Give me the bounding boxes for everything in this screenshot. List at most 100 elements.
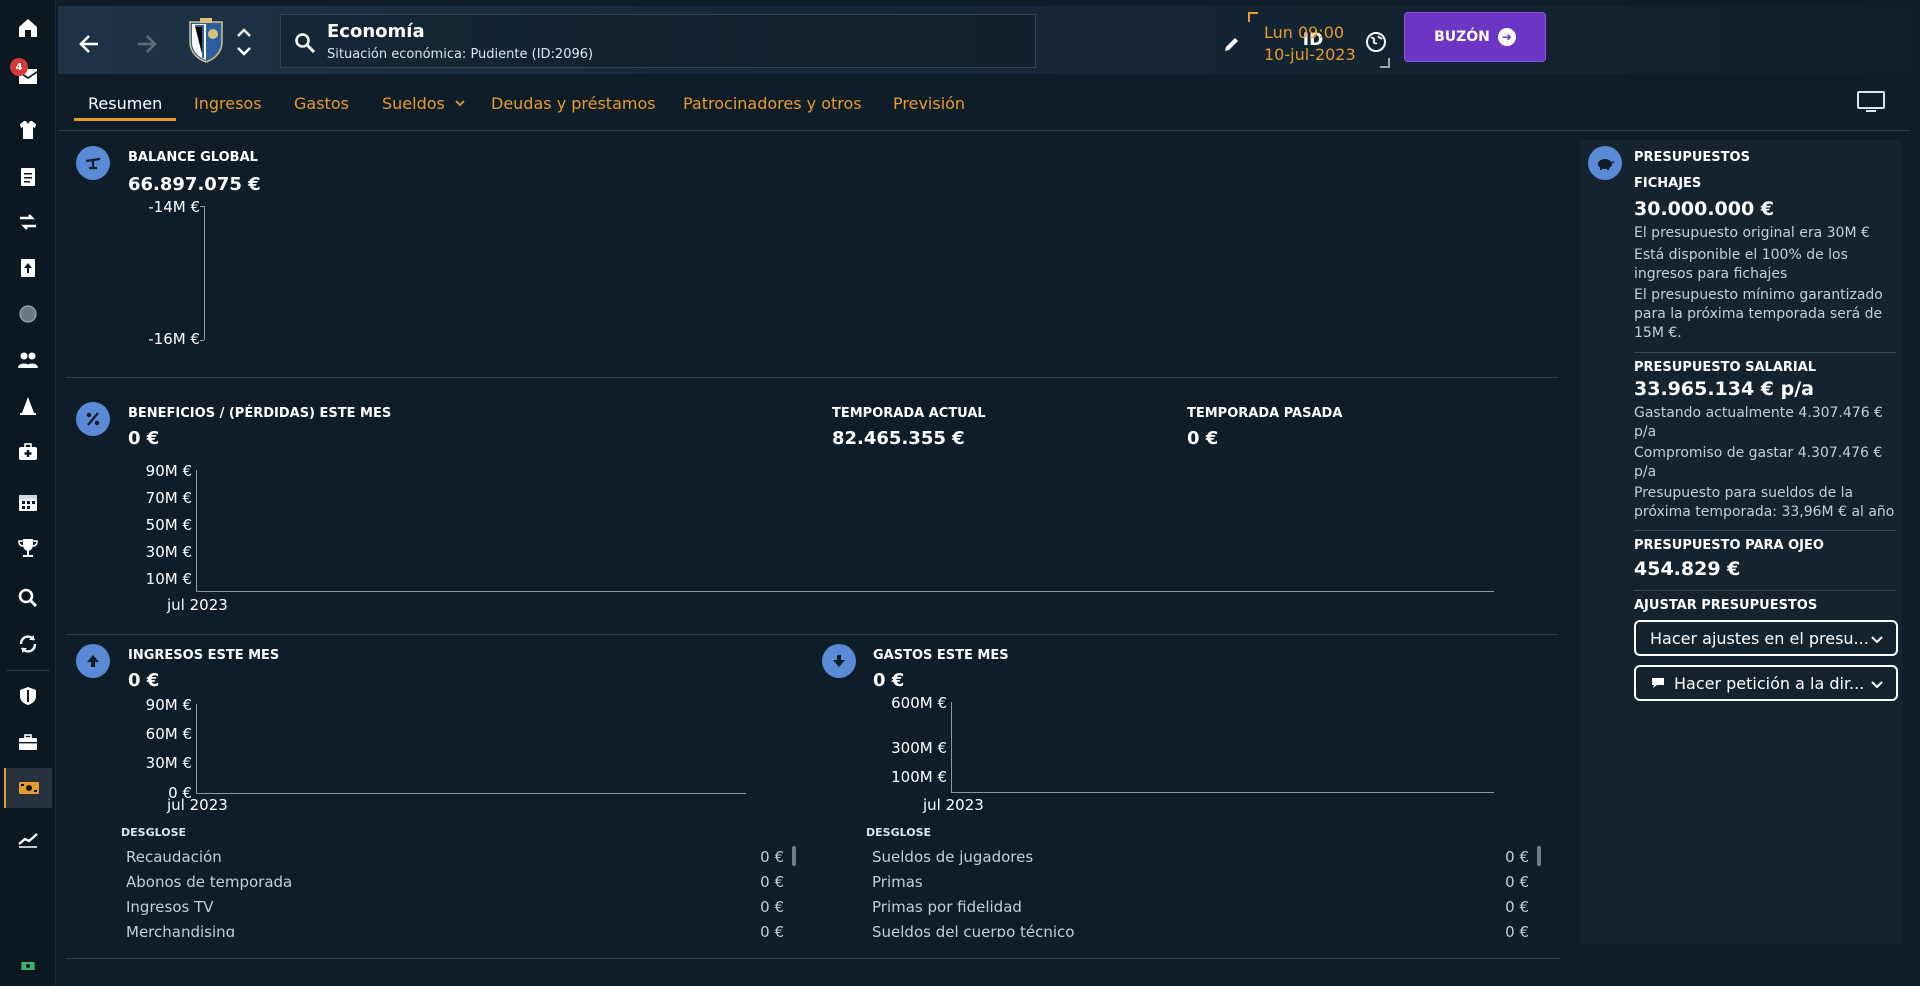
gastos-value: 0 € — [873, 670, 905, 691]
beneficios-y-axis — [196, 470, 197, 591]
trophy-icon[interactable] — [4, 528, 52, 568]
gastos-y-axis — [951, 702, 952, 792]
page-title: Economía — [327, 21, 425, 42]
balance-scale-icon — [76, 146, 110, 180]
gastos-x-label: jul 2023 — [923, 796, 984, 814]
temporada-pasada-label: TEMPORADA PASADA — [1187, 406, 1343, 421]
presupuestos-title: PRESUPUESTOS — [1634, 150, 1750, 165]
continue-arrow-icon: ➜ — [1497, 28, 1516, 46]
calendar-icon[interactable] — [4, 482, 52, 522]
panel-divider — [1634, 530, 1896, 531]
monitor-icon[interactable] — [1856, 90, 1886, 114]
chevron-down-icon — [455, 100, 465, 107]
beneficios-y-tick: 50M € — [145, 516, 192, 534]
club-shield-icon[interactable] — [4, 676, 52, 716]
gastos-scrollbar[interactable] — [1537, 846, 1541, 866]
gastos-row-name[interactable]: Primas — [872, 873, 923, 891]
staff-icon[interactable] — [4, 340, 52, 380]
scouting-upload-icon[interactable] — [4, 248, 52, 288]
forward-arrow-icon[interactable] — [132, 30, 160, 58]
ball-icon[interactable] — [4, 294, 52, 334]
board-request-dropdown[interactable]: Hacer petición a la dir... — [1634, 665, 1898, 701]
page-search-box[interactable]: Economía Situación económica: Pudiente (… — [280, 14, 1036, 68]
piggy-bank-icon — [1588, 146, 1622, 180]
buzon-continue-button[interactable]: BUZÓN ➜ — [1404, 12, 1546, 62]
date-corner-top — [1248, 12, 1258, 22]
budgets-panel: PRESUPUESTOS FICHAJES 30.000.000 € El pr… — [1580, 140, 1902, 944]
small-money-icon[interactable] — [4, 946, 52, 986]
search-icon[interactable] — [4, 578, 52, 618]
tab-ingresos[interactable]: Ingresos — [194, 94, 262, 113]
gastos-row-name[interactable]: Sueldos del cuerpo técnico — [872, 923, 1074, 937]
search-icon — [295, 33, 316, 54]
squad-icon[interactable] — [4, 110, 52, 150]
ingresos-row-name[interactable]: Abonos de temporada — [126, 873, 292, 891]
adjust-budget-dropdown-label: Hacer ajustes en el presu... — [1650, 628, 1869, 648]
left-sidebar: 4 — [0, 0, 56, 986]
medical-icon[interactable] — [4, 432, 52, 472]
balance-tick — [200, 340, 204, 341]
back-arrow-icon[interactable] — [76, 30, 104, 58]
tab-resumen[interactable]: Resumen — [88, 94, 162, 113]
temporada-actual-label: TEMPORADA ACTUAL — [832, 406, 986, 421]
edit-pencil-icon[interactable] — [1222, 34, 1242, 54]
salarial-note: Presupuesto para sueldos de la próxima t… — [1634, 485, 1895, 520]
gastos-row-value: 0 € — [1505, 873, 1529, 891]
tab-prevision[interactable]: Previsión — [893, 94, 965, 113]
tab-sueldos[interactable]: Sueldos — [382, 94, 466, 113]
tactics-clipboard-icon[interactable] — [4, 156, 52, 196]
balance-y-bottom: -16M € — [148, 330, 200, 348]
fichajes-note: El presupuesto mínimo garantizado para l… — [1634, 287, 1883, 341]
salarial-note: Gastando actualmente 4.307.476 € p/a — [1634, 405, 1883, 440]
home-icon[interactable] — [4, 8, 52, 48]
sidebar-divider — [6, 670, 50, 671]
stats-graph-icon[interactable] — [4, 818, 52, 858]
ingresos-scrollbar[interactable] — [792, 846, 796, 866]
beneficios-value: 0 € — [128, 428, 160, 449]
ingresos-x-label: jul 2023 — [167, 796, 228, 814]
club-switch-updown-icon[interactable] — [234, 24, 254, 60]
ingresos-row-name[interactable]: Ingresos TV — [126, 898, 214, 916]
transfers-icon[interactable] — [4, 202, 52, 242]
gastos-row-name[interactable]: Primas por fidelidad — [872, 898, 1022, 916]
fichajes-label: FICHAJES — [1634, 176, 1702, 191]
club-crest-icon — [189, 18, 223, 63]
ingresos-y-axis — [196, 704, 197, 793]
game-time: Lun 09:00 — [1264, 23, 1345, 42]
gastos-x-axis — [951, 792, 1494, 793]
arrow-down-icon — [822, 644, 856, 678]
gastos-row-name[interactable]: Sueldos de jugadores — [872, 848, 1033, 866]
adjust-budget-dropdown[interactable]: Hacer ajustes en el presu... — [1634, 620, 1898, 656]
panel-divider — [1634, 590, 1896, 591]
ingresos-x-axis — [196, 793, 746, 794]
temporada-pasada-value: 0 € — [1187, 428, 1219, 449]
board-request-dropdown-label: Hacer petición a la dir... — [1674, 673, 1865, 693]
section-tabs: Resumen Ingresos Gastos Sueldos Deudas y… — [58, 80, 1910, 122]
fichajes-note: Está disponible el 100% de los ingresos … — [1634, 247, 1848, 282]
tab-gastos[interactable]: Gastos — [294, 94, 349, 113]
ingresos-row-name[interactable]: Merchandising — [126, 923, 235, 937]
ingresos-row-name[interactable]: Recaudación — [126, 848, 222, 866]
briefcase-icon[interactable] — [4, 722, 52, 762]
fichajes-value: 30.000.000 € — [1634, 198, 1775, 220]
salarial-value: 33.965.134 € p/a — [1634, 378, 1815, 400]
balance-value: 66.897.075 € — [128, 174, 261, 195]
inbox-icon[interactable]: 4 — [4, 56, 52, 96]
beneficios-x-axis — [196, 591, 1494, 592]
ingresos-label: INGRESOS ESTE MES — [128, 648, 280, 663]
speech-bubble-icon — [1652, 678, 1664, 688]
beneficios-y-tick: 90M € — [145, 462, 192, 480]
gastos-y-tick: 600M € — [891, 694, 947, 712]
date-corner-bottom — [1380, 58, 1390, 68]
finances-money-icon[interactable] — [4, 768, 52, 808]
ojeo-value: 454.829 € — [1634, 558, 1741, 580]
salarial-note: Compromiso de gastar 4.307.476 € p/a — [1634, 445, 1883, 480]
game-date-box[interactable]: Lun 09:00 10-jul-2023 — [1248, 12, 1390, 68]
ingresos-y-tick: 60M € — [145, 725, 192, 743]
tab-patrocinadores[interactable]: Patrocinadores y otros — [683, 94, 862, 113]
training-cone-icon[interactable] — [4, 386, 52, 426]
gastos-row-value: 0 € — [1505, 898, 1529, 916]
tab-deudas[interactable]: Deudas y préstamos — [491, 94, 656, 113]
balance-y-top: -14M € — [148, 198, 200, 216]
refresh-icon[interactable] — [4, 624, 52, 664]
